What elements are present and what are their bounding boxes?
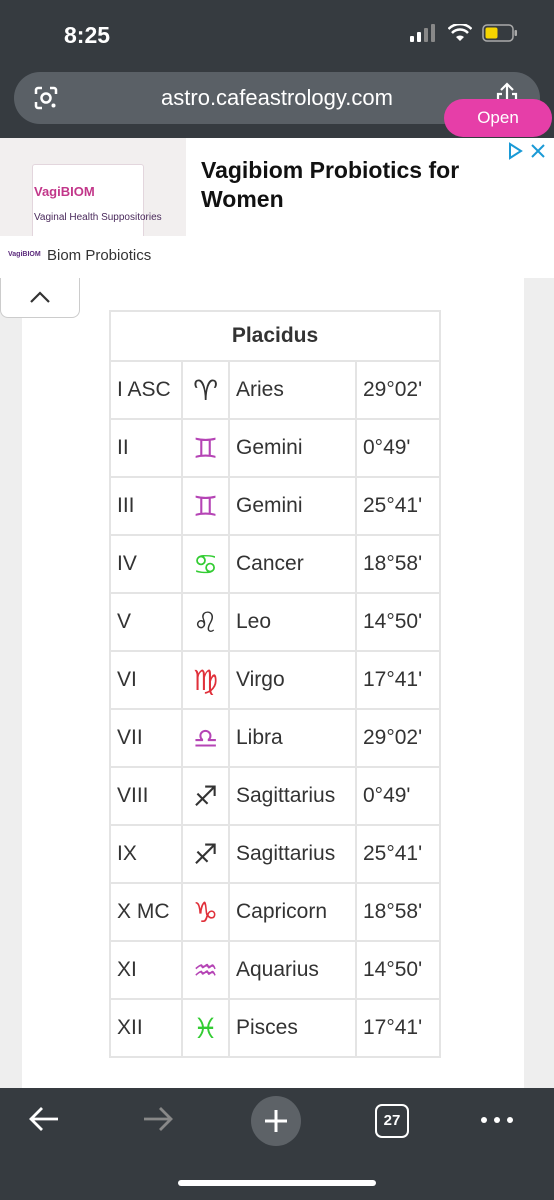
sign-cell: Aries: [228, 360, 357, 420]
table-row: V ♌ Leo 14°50': [109, 592, 441, 652]
zodiac-glyph-icon: ♍: [181, 650, 230, 710]
sign-cell: Cancer: [228, 534, 357, 594]
zodiac-glyph-icon: ♊: [181, 418, 230, 478]
table-row: VII ♎ Libra 29°02': [109, 708, 441, 768]
house-cusps-table: Placidus I ASC ♈ Aries 29°02' II ♊ Gemini 0°49'…: [109, 310, 441, 1058]
table-title: Placidus: [109, 310, 441, 362]
table-row: VI ♍ Virgo 17°41': [109, 650, 441, 710]
degree-cell: 25°41': [355, 824, 441, 884]
back-arrow-icon[interactable]: [26, 1104, 62, 1134]
ad-open-button[interactable]: Open: [444, 99, 552, 137]
degree-cell: 14°50': [355, 592, 441, 652]
house-cell: XII: [109, 998, 183, 1058]
sign-cell: Sagittarius: [228, 766, 357, 826]
table-row: X MC ♑ Capricorn 18°58': [109, 882, 441, 942]
plus-icon[interactable]: [262, 1107, 290, 1135]
zodiac-glyph-icon: ♒: [181, 940, 230, 1000]
zodiac-glyph-icon: ♈: [181, 360, 230, 420]
house-cell: IV: [109, 534, 183, 594]
house-cell: I ASC: [109, 360, 183, 420]
chevron-up-icon[interactable]: [29, 290, 51, 304]
table-row: I ASC ♈ Aries 29°02': [109, 360, 441, 420]
zodiac-glyph-icon: ♌: [181, 592, 230, 652]
ad-brand-row: VagiBIOM Biom Probiotics: [0, 236, 554, 278]
degree-cell: 0°49': [355, 766, 441, 826]
tab-switcher-button[interactable]: 27: [375, 1104, 409, 1138]
degree-cell: 17°41': [355, 998, 441, 1058]
forward-arrow-icon[interactable]: [140, 1104, 176, 1134]
wifi-icon: [448, 24, 472, 41]
house-cell: VII: [109, 708, 183, 768]
new-tab-button[interactable]: [251, 1096, 301, 1146]
sign-cell: Gemini: [228, 418, 357, 478]
ad-brand-name: Biom Probiotics: [47, 247, 152, 264]
house-cell: X MC: [109, 882, 183, 942]
zodiac-glyph-icon: ♊: [181, 476, 230, 536]
table-row: III ♊ Gemini 25°41': [109, 476, 441, 536]
table-row: XI ♒ Aquarius 14°50': [109, 940, 441, 1000]
zodiac-glyph-icon: ♐: [181, 766, 230, 826]
collapse-ad-tab[interactable]: [0, 278, 80, 318]
house-cell: V: [109, 592, 183, 652]
table-row: IV ♋ Cancer 18°58': [109, 534, 441, 594]
ad-product-image[interactable]: VagiBIOM Vaginal Health Suppositories: [0, 138, 186, 236]
house-cell: IX: [109, 824, 183, 884]
house-cell: VIII: [109, 766, 183, 826]
sign-cell: Pisces: [228, 998, 357, 1058]
sign-cell: Capricorn: [228, 882, 357, 942]
degree-cell: 29°02': [355, 360, 441, 420]
status-icons: [410, 24, 518, 42]
degree-cell: 17°41': [355, 650, 441, 710]
adchoices-icon[interactable]: [506, 142, 524, 160]
zodiac-glyph-icon: ♎: [181, 708, 230, 768]
battery-icon: [482, 24, 517, 42]
degree-cell: 0°49': [355, 418, 441, 478]
status-time: 8:25: [64, 22, 111, 48]
more-menu-icon[interactable]: [481, 1117, 513, 1123]
degree-cell: 25°41': [355, 476, 441, 536]
house-cell: II: [109, 418, 183, 478]
brand-logo: VagiBIOM: [8, 251, 41, 258]
zodiac-glyph-icon: ♋: [181, 534, 230, 594]
sign-cell: Virgo: [228, 650, 357, 710]
zodiac-glyph-icon: ♓: [181, 998, 230, 1058]
zodiac-glyph-icon: ♑: [181, 882, 230, 942]
ad-choices[interactable]: [506, 142, 546, 160]
sign-cell: Libra: [228, 708, 357, 768]
degree-cell: 14°50': [355, 940, 441, 1000]
sign-cell: Gemini: [228, 476, 357, 536]
degree-cell: 18°58': [355, 534, 441, 594]
sign-cell: Aquarius: [228, 940, 357, 1000]
house-cell: III: [109, 476, 183, 536]
table-row: VIII ♐ Sagittarius 0°49': [109, 766, 441, 826]
table-row: II ♊ Gemini 0°49': [109, 418, 441, 478]
table-row: IX ♐ Sagittarius 25°41': [109, 824, 441, 884]
product-box: [32, 164, 144, 236]
degree-cell: 18°58': [355, 882, 441, 942]
zodiac-glyph-icon: ♐: [181, 824, 230, 884]
house-cell: VI: [109, 650, 183, 710]
sign-cell: Leo: [228, 592, 357, 652]
ad-banner[interactable]: VagiBIOM Vaginal Health Suppositories Va…: [0, 138, 554, 278]
product-logo: VagiBIOM: [34, 184, 95, 199]
table-row: XII ♓ Pisces 17°41': [109, 998, 441, 1058]
ad-title[interactable]: Vagibiom Probiotics for Women: [201, 156, 501, 214]
degree-cell: 29°02': [355, 708, 441, 768]
home-indicator: [178, 1180, 376, 1186]
close-icon[interactable]: [530, 142, 546, 160]
house-cell: XI: [109, 940, 183, 1000]
sign-cell: Sagittarius: [228, 824, 357, 884]
product-subtitle: Vaginal Health Suppositories: [34, 212, 162, 223]
signal-icon: [410, 24, 435, 42]
